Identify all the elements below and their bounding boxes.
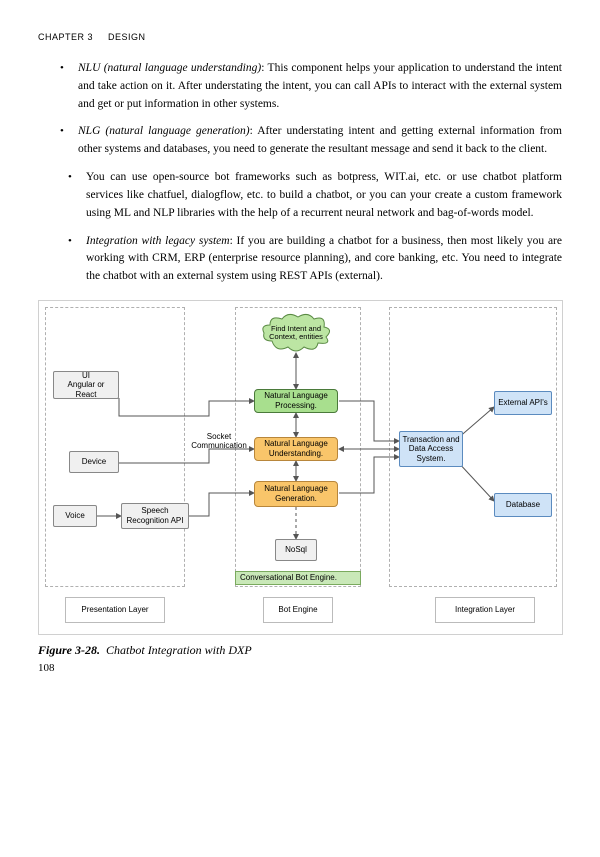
figure-number: Figure 3-28.: [38, 643, 100, 657]
label-socket: Socket Communication: [189, 433, 249, 451]
box-nlp: Natural Language Processing.: [254, 389, 338, 413]
box-ui: UI Angular or React: [53, 371, 119, 399]
bullet-frameworks: You can use open-source bot frameworks s…: [68, 169, 562, 222]
layer-presentation: Presentation Layer: [65, 597, 165, 623]
figure-caption-text: Chatbot Integration with DXP: [106, 643, 252, 657]
nlg-term: NLG (natural language generation): [78, 125, 250, 137]
nlu-term: NLU (natural language understanding): [78, 62, 261, 74]
figure-diagram: Find Intent and Context, entities UI Ang…: [38, 300, 563, 635]
bullet-integration: Integration with legacy system: If you a…: [68, 233, 562, 286]
box-external: External API's: [494, 391, 552, 415]
layer-integration: Integration Layer: [435, 597, 535, 623]
bullet-nlg: NLG (natural language generation): After…: [60, 123, 562, 159]
box-transaction: Transaction and Data Access System.: [399, 431, 463, 467]
box-device: Device: [69, 451, 119, 473]
box-voice: Voice: [53, 505, 97, 527]
box-database: Database: [494, 493, 552, 517]
chapter-header: CHAPTER 3 DESIGN: [38, 32, 562, 42]
box-speech: Speech Recognition API: [121, 503, 189, 529]
layer-bot: Bot Engine: [263, 597, 333, 623]
chapter-number: CHAPTER 3: [38, 32, 93, 42]
figure-caption: Figure 3-28. Chatbot Integration with DXP: [38, 643, 562, 658]
box-nlg: Natural Language Generation.: [254, 481, 338, 507]
bullet-nlu: NLU (natural language understanding): Th…: [60, 60, 562, 113]
inner-bullet-list: NLU (natural language understanding): Th…: [38, 60, 562, 159]
cloud-intent: Find Intent and Context, entities: [260, 313, 332, 353]
chapter-title: DESIGN: [108, 32, 146, 42]
box-nosql: NoSql: [275, 539, 317, 561]
box-nlu: Natural Language Understanding.: [254, 437, 338, 461]
integration-term: Integration with legacy system: [86, 235, 230, 247]
frameworks-text: You can use open-source bot frameworks s…: [86, 171, 562, 219]
engine-band: Conversational Bot Engine.: [235, 571, 361, 585]
outer-bullet-list: You can use open-source bot frameworks s…: [38, 169, 562, 286]
page-number: 108: [38, 662, 562, 674]
cloud-text: Find Intent and Context, entities: [260, 325, 332, 342]
